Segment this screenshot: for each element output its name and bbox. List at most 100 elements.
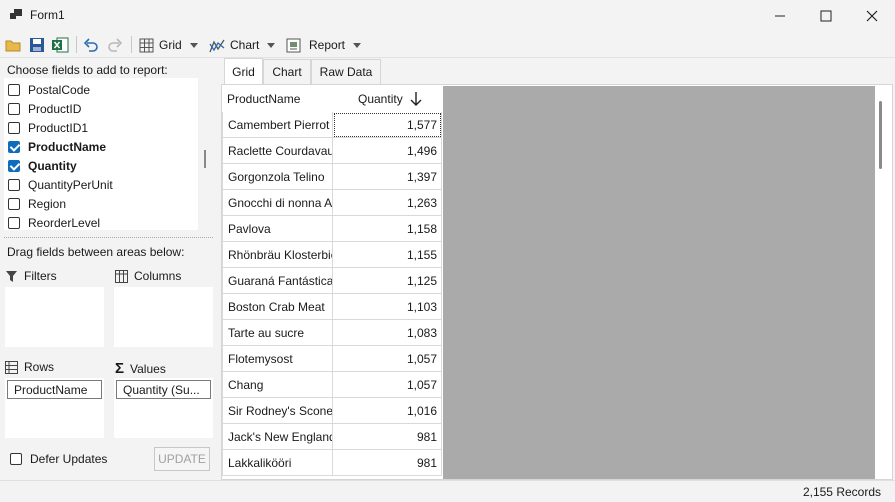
undo-button[interactable] bbox=[83, 35, 99, 55]
values-field-chip[interactable]: Quantity (Su... bbox=[116, 380, 211, 399]
cell-quantity[interactable]: 1,577 bbox=[333, 112, 442, 138]
table-row[interactable]: Gnocchi di nonna Alice1,263 bbox=[222, 190, 442, 216]
update-button[interactable]: UPDATE bbox=[154, 447, 210, 471]
cell-productname[interactable]: Boston Crab Meat bbox=[222, 294, 333, 320]
cell-quantity[interactable]: 981 bbox=[333, 450, 442, 476]
chart-dropdown-button[interactable]: Chart bbox=[209, 35, 276, 55]
field-checkbox[interactable] bbox=[8, 102, 20, 115]
cell-quantity[interactable]: 1,057 bbox=[333, 346, 442, 372]
field-checkbox[interactable] bbox=[8, 178, 20, 191]
cell-quantity[interactable]: 1,496 bbox=[333, 138, 442, 164]
open-button[interactable] bbox=[5, 35, 21, 55]
pivot-field-panel: Choose fields to add to report: PostalCo… bbox=[0, 58, 215, 480]
cell-quantity[interactable]: 981 bbox=[333, 424, 442, 450]
report-dropdown-button[interactable]: Report bbox=[286, 35, 362, 55]
filters-area[interactable] bbox=[5, 287, 104, 347]
field-item-productname[interactable]: ProductName bbox=[8, 137, 106, 156]
rows-area[interactable]: ProductName bbox=[5, 378, 104, 438]
redo-button[interactable] bbox=[107, 35, 123, 55]
maximize-button[interactable] bbox=[803, 0, 849, 31]
cell-productname[interactable]: Guaraná Fantástica bbox=[222, 268, 333, 294]
chart-label: Chart bbox=[230, 38, 260, 52]
cell-productname[interactable]: Chang bbox=[222, 372, 333, 398]
field-checkbox[interactable] bbox=[8, 197, 20, 210]
field-item-postalcode[interactable]: PostalCode bbox=[8, 80, 90, 99]
field-checkbox[interactable] bbox=[8, 121, 20, 134]
columns-header: Columns bbox=[115, 269, 181, 283]
rows-header: Rows bbox=[5, 360, 54, 374]
field-checkbox[interactable] bbox=[8, 140, 20, 153]
cell-productname[interactable]: Sir Rodney's Scones bbox=[222, 398, 333, 424]
table-row[interactable]: Tarte au sucre 1,083 bbox=[222, 320, 442, 346]
toolbar: Grid Chart Report bbox=[0, 31, 895, 58]
defer-checkbox-box[interactable] bbox=[10, 453, 22, 465]
table-row[interactable]: Camembert Pierrot 1,577 bbox=[222, 112, 442, 138]
cell-quantity[interactable]: 1,103 bbox=[333, 294, 442, 320]
panel-divider bbox=[4, 237, 213, 238]
field-list-scrollbar[interactable] bbox=[204, 150, 206, 168]
field-item-region[interactable]: Region bbox=[8, 194, 66, 213]
cell-quantity[interactable]: 1,016 bbox=[333, 398, 442, 424]
table-row[interactable]: Jack's New England 981 bbox=[222, 424, 442, 450]
cell-productname[interactable]: Gorgonzola Telino bbox=[222, 164, 333, 190]
cell-quantity[interactable]: 1,083 bbox=[333, 320, 442, 346]
export-excel-button[interactable] bbox=[52, 35, 69, 55]
field-item-productid1[interactable]: ProductID1 bbox=[8, 118, 88, 137]
cell-quantity[interactable]: 1,125 bbox=[333, 268, 442, 294]
table-row[interactable]: Chang 1,057 bbox=[222, 372, 442, 398]
table-row[interactable]: Pavlova 1,158 bbox=[222, 216, 442, 242]
table-row[interactable]: Flotemysost 1,057 bbox=[222, 346, 442, 372]
cell-quantity[interactable]: 1,263 bbox=[333, 190, 442, 216]
table-row[interactable]: Guaraná Fantástica 1,125 bbox=[222, 268, 442, 294]
open-folder-icon bbox=[5, 40, 21, 52]
column-header-productname[interactable]: ProductName bbox=[227, 86, 333, 112]
columns-area[interactable] bbox=[114, 287, 213, 347]
table-row[interactable]: Raclette Courdavault 1,496 bbox=[222, 138, 442, 164]
values-area[interactable]: Quantity (Su... bbox=[114, 378, 213, 438]
cell-productname[interactable]: Raclette Courdavault bbox=[222, 138, 333, 164]
cell-quantity[interactable]: 1,057 bbox=[333, 372, 442, 398]
cell-quantity[interactable]: 1,397 bbox=[333, 164, 442, 190]
cell-productname[interactable]: Flotemysost bbox=[222, 346, 333, 372]
defer-updates-checkbox[interactable]: Defer Updates bbox=[10, 452, 107, 466]
cell-productname[interactable]: Pavlova bbox=[222, 216, 333, 242]
column-header-quantity[interactable]: Quantity bbox=[358, 86, 438, 112]
tab-raw-data[interactable]: Raw Data bbox=[311, 59, 381, 84]
cell-productname[interactable]: Jack's New England bbox=[222, 424, 333, 450]
pivot-grid: ProductName Quantity Camembert Pierrot 1,… bbox=[221, 84, 893, 480]
table-row[interactable]: Lakkalikööri 981 bbox=[222, 450, 442, 476]
minimize-icon bbox=[775, 15, 785, 16]
field-checkbox[interactable] bbox=[8, 83, 20, 96]
field-checkbox[interactable] bbox=[8, 159, 20, 172]
table-row[interactable]: Gorgonzola Telino 1,397 bbox=[222, 164, 442, 190]
choose-fields-label: Choose fields to add to report: bbox=[7, 63, 168, 77]
report-icon bbox=[286, 38, 301, 52]
close-button[interactable] bbox=[849, 0, 895, 31]
cell-productname[interactable]: Tarte au sucre bbox=[222, 320, 333, 346]
field-checkbox[interactable] bbox=[8, 216, 20, 229]
cell-productname[interactable]: Gnocchi di nonna Alice bbox=[222, 190, 333, 216]
cell-productname[interactable]: Lakkalikööri bbox=[222, 450, 333, 476]
tab-chart[interactable]: Chart bbox=[263, 59, 311, 84]
field-item-quantityperunit[interactable]: QuantityPerUnit bbox=[8, 175, 113, 194]
redo-icon bbox=[108, 38, 123, 52]
field-item-quantity[interactable]: Quantity bbox=[8, 156, 77, 175]
cell-productname[interactable]: Rhönbräu Klosterbier bbox=[222, 242, 333, 268]
field-list: PostalCode ProductID ProductID1 ProductN… bbox=[4, 78, 198, 230]
filters-header: Filters bbox=[5, 269, 57, 283]
save-button[interactable] bbox=[29, 35, 45, 55]
cell-productname[interactable]: Camembert Pierrot bbox=[222, 112, 333, 138]
cell-quantity[interactable]: 1,155 bbox=[333, 242, 442, 268]
chevron-down-icon bbox=[353, 42, 362, 48]
minimize-button[interactable] bbox=[757, 0, 803, 31]
rows-field-chip[interactable]: ProductName bbox=[7, 380, 102, 399]
field-item-productid[interactable]: ProductID bbox=[8, 99, 81, 118]
table-row[interactable]: Sir Rodney's Scones 1,016 bbox=[222, 398, 442, 424]
field-item-reorderlevel[interactable]: ReorderLevel bbox=[8, 213, 100, 230]
cell-quantity[interactable]: 1,158 bbox=[333, 216, 442, 242]
grid-dropdown-button[interactable]: Grid bbox=[139, 35, 198, 55]
tab-grid[interactable]: Grid bbox=[224, 58, 263, 85]
table-row[interactable]: Rhönbräu Klosterbier 1,155 bbox=[222, 242, 442, 268]
grid-scrollbar[interactable] bbox=[879, 101, 882, 169]
table-row[interactable]: Boston Crab Meat 1,103 bbox=[222, 294, 442, 320]
